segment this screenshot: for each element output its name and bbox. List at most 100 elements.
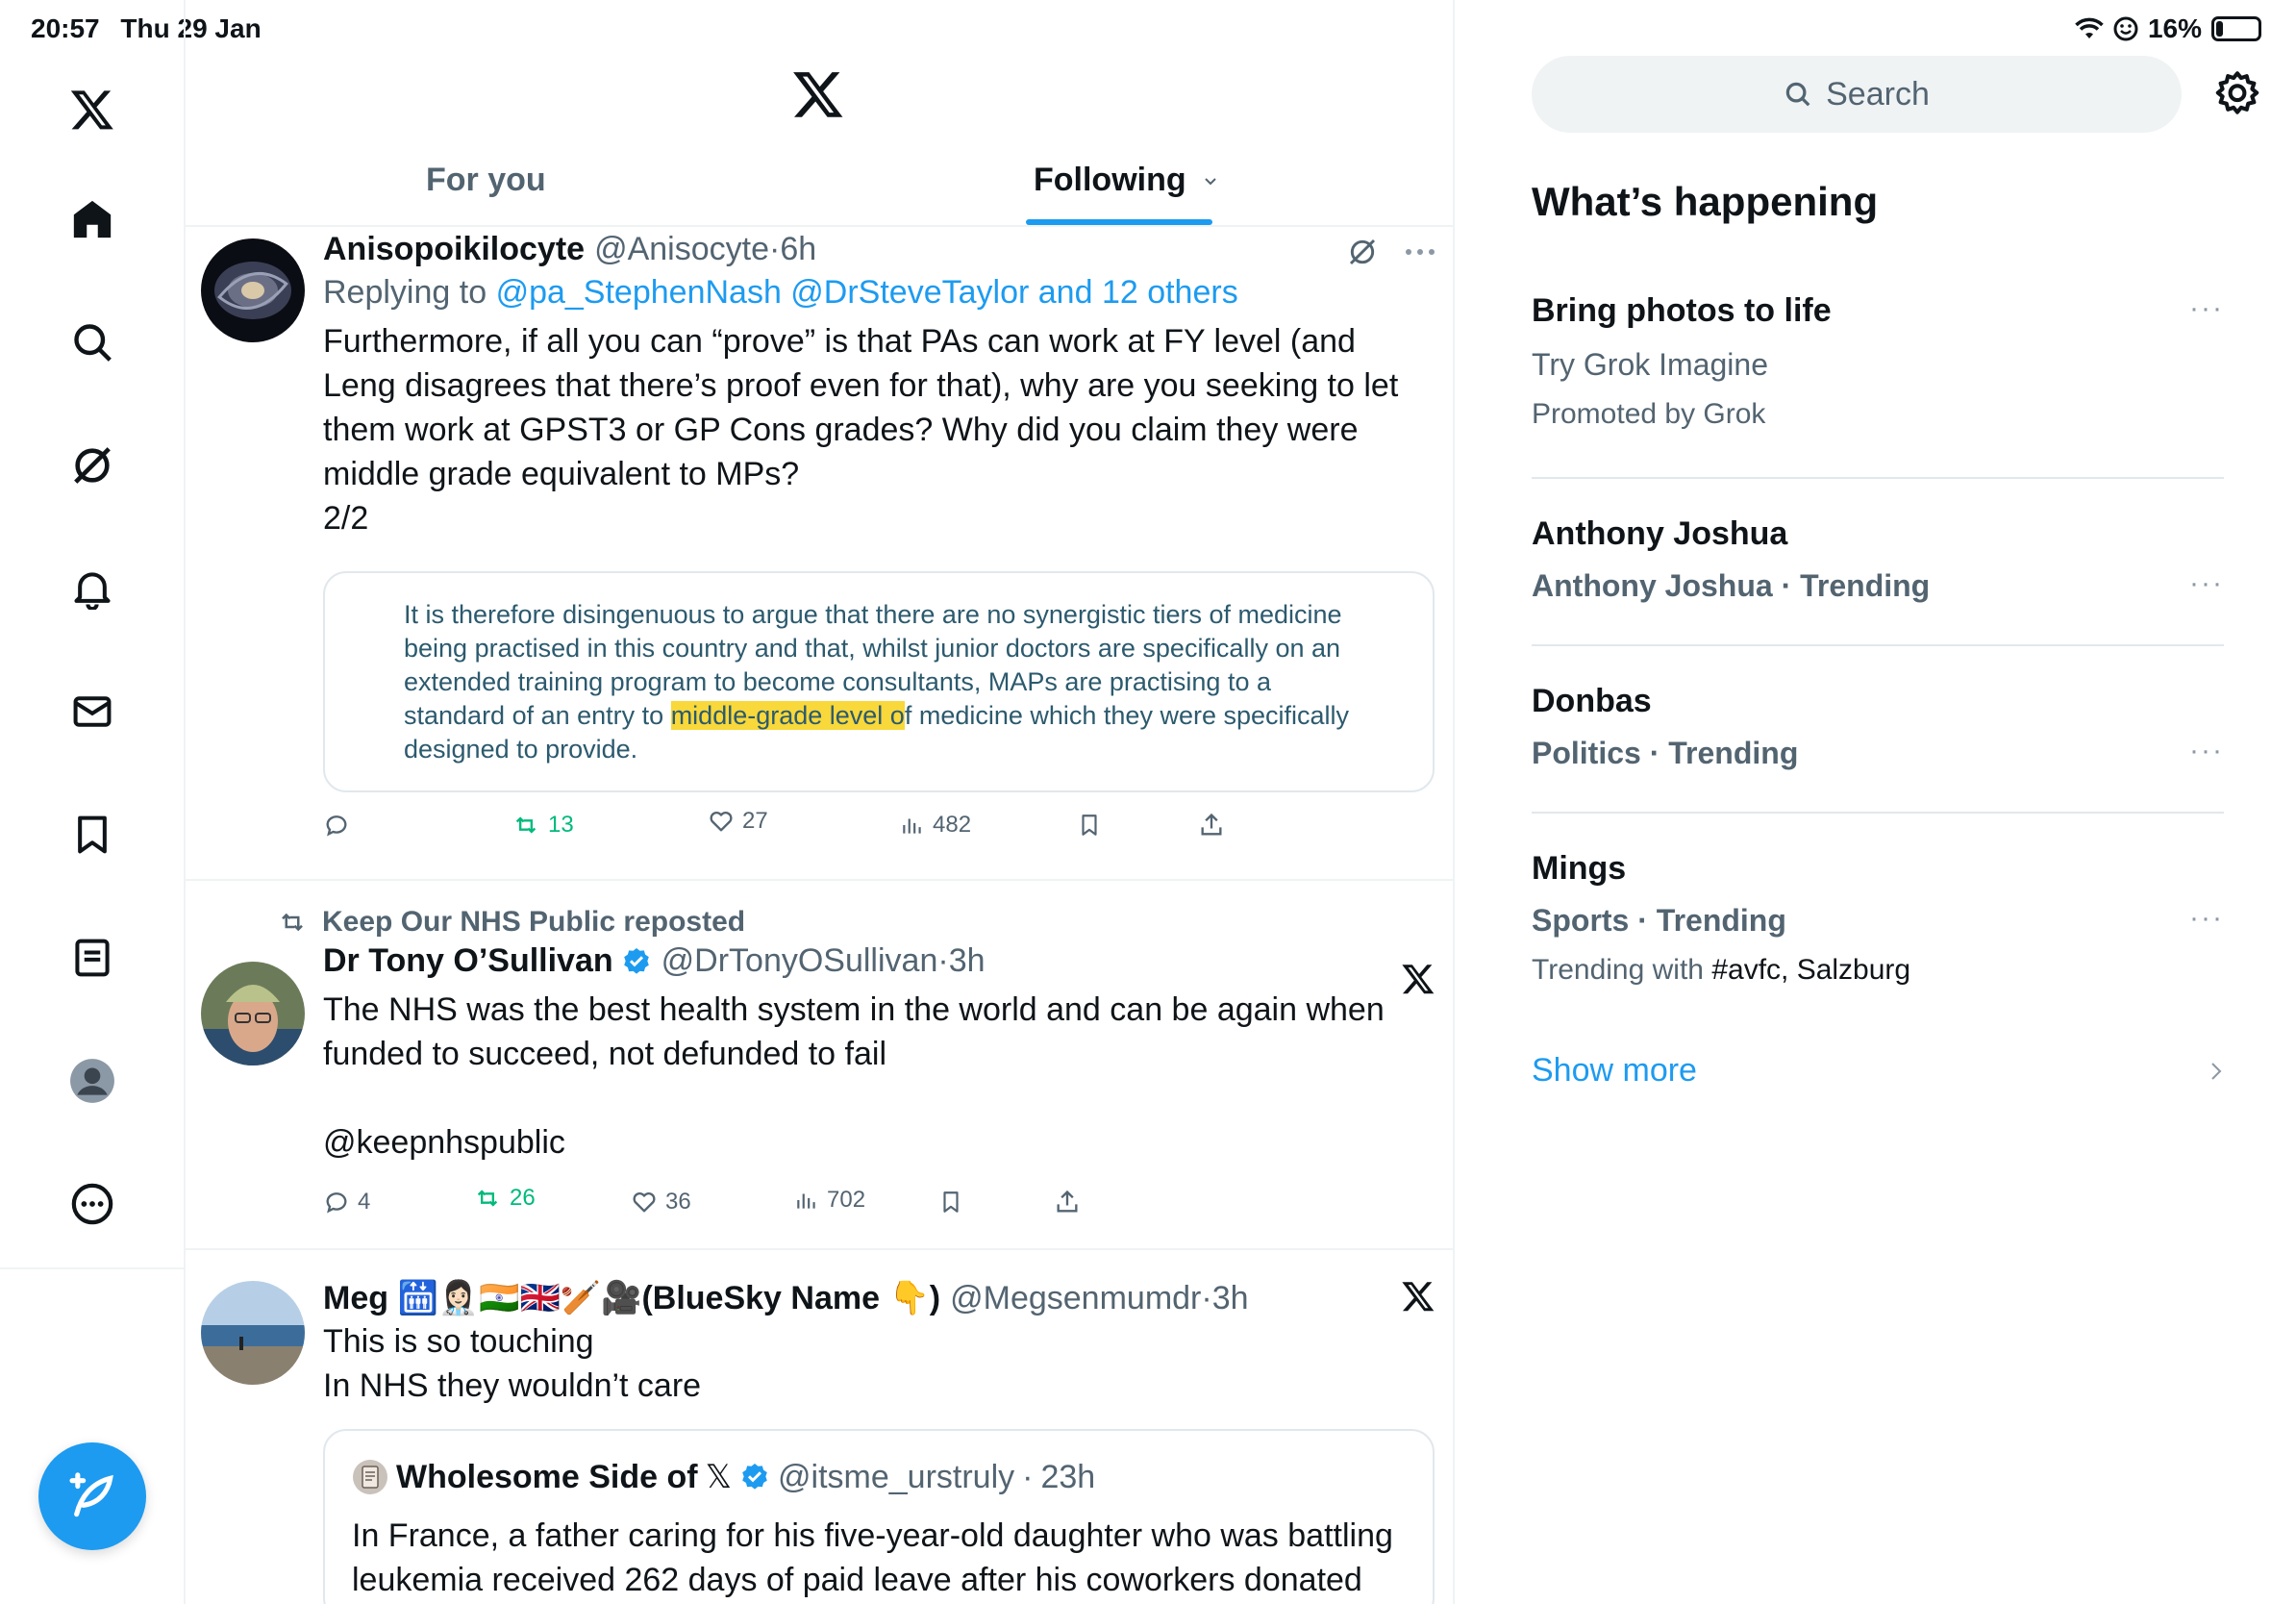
author-name[interactable]: Dr Tony O’Sullivan [323, 942, 613, 980]
tweet-image[interactable]: It is therefore disingenuous to argue th… [323, 571, 1435, 792]
dot-separator: · [1022, 1458, 1034, 1495]
quoted-tweet-time[interactable]: 23h [1040, 1459, 1095, 1496]
quoted-tweet[interactable]: Wholesome Side of 𝕏 @itsme_urstruly · 23… [323, 1429, 1435, 1604]
author-name[interactable]: Meg 🛗👩🏻‍⚕️🇮🇳🇬🇧🏏🎥(BlueSky Name 👇) [323, 1279, 940, 1317]
avatar[interactable] [201, 1281, 305, 1385]
compose-post-button[interactable] [38, 1442, 146, 1550]
grok-icon[interactable] [54, 427, 131, 504]
settings-gear-icon[interactable] [2212, 69, 2262, 119]
author-name[interactable]: Anisopoikilocyte [323, 231, 585, 268]
repost-button[interactable]: 26 [473, 1185, 536, 1212]
tweet-time[interactable]: 3h [1212, 1280, 1249, 1317]
bookmarks-icon[interactable] [54, 796, 131, 873]
verified-badge-icon [623, 947, 649, 974]
x-header-logo-icon[interactable] [791, 67, 845, 121]
repost-button[interactable]: 13 [512, 812, 574, 839]
image-document-text: It is therefore disingenuous to argue th… [404, 598, 1375, 766]
tab-for-you[interactable]: For you [426, 162, 546, 199]
bookmark-button[interactable] [1077, 812, 1102, 839]
tweet-text: Furthermore, if all you can “prove” is t… [323, 323, 1399, 492]
trend-more-icon[interactable]: ··· [2189, 567, 2224, 600]
quoted-author-name[interactable]: Wholesome Side of [396, 1459, 698, 1496]
trend-item[interactable]: Bring photos to life Try Grok Imagine Pr… [1532, 292, 2224, 431]
tweet-body: Meg 🛗👩🏻‍⚕️🇮🇳🇬🇧🏏🎥(BlueSky Name 👇) @Megsen… [323, 1279, 1435, 1408]
quoted-author-handle[interactable]: @itsme_urstruly [778, 1459, 1014, 1496]
dot-separator: · [1201, 1279, 1212, 1316]
tab-following[interactable]: Following [1034, 162, 1220, 199]
tweet-body: Anisopoikilocyte @Anisocyte · 6h Replyin… [323, 231, 1435, 540]
trend-more-icon[interactable]: ··· [2189, 292, 2224, 325]
chevron-down-icon [1205, 178, 1216, 186]
reposted-by-label: Keep Our NHS Public reposted [322, 906, 746, 938]
tweet-body: Dr Tony O’Sullivan @DrTonyOSullivan · 3h… [323, 942, 1435, 1165]
repost-icon [477, 1190, 498, 1207]
trend-subtitle: Anthony Joshua · Trending [1532, 568, 1931, 603]
author-handle[interactable]: @DrTonyOSullivan [661, 942, 938, 980]
views-button[interactable]: 482 [900, 812, 971, 839]
tweet-header: Meg 🛗👩🏻‍⚕️🇮🇳🇬🇧🏏🎥(BlueSky Name 👇) @Megsen… [323, 1279, 1435, 1317]
dot-separator: · [937, 942, 949, 979]
tweet-header: Anisopoikilocyte @Anisocyte · 6h [323, 231, 1435, 268]
share-button[interactable] [1054, 1189, 1081, 1216]
trend-item[interactable]: Mings Sports · Trending Trending with #a… [1532, 850, 2224, 987]
trend-more-icon[interactable]: ··· [2189, 735, 2224, 767]
tweet-text: This is so touching [323, 1323, 594, 1360]
bookmark-button[interactable] [938, 1189, 963, 1216]
view-count: 702 [827, 1187, 866, 1213]
trend-title: Bring photos to life [1532, 292, 1832, 329]
profile-avatar-icon[interactable] [54, 1042, 131, 1119]
heart-icon [710, 811, 733, 832]
repost-count: 26 [510, 1185, 536, 1211]
views-chart-icon [797, 1193, 815, 1209]
tweet[interactable]: Anisopoikilocyte @Anisocyte · 6h Replyin… [186, 227, 1453, 881]
more-options-icon[interactable] [54, 1165, 131, 1242]
author-handle[interactable]: @Megsenmumdr [950, 1280, 1201, 1317]
home-icon[interactable] [54, 181, 131, 258]
lists-icon[interactable] [54, 919, 131, 996]
tweet-actions: 13 27 482 [323, 808, 1435, 850]
trend-meta-prefix: Trending with [1532, 954, 1704, 986]
like-button[interactable]: 27 [708, 808, 768, 835]
bookmark-icon [943, 1191, 959, 1213]
timeline: For you Following Anisopoikilocyte @Anis… [186, 0, 1455, 1604]
trend-title: Anthony Joshua [1532, 515, 1788, 552]
search-icon[interactable] [54, 304, 131, 381]
author-handle[interactable]: @Anisocyte [594, 231, 769, 268]
divider [1532, 477, 2224, 479]
quoted-author-name-x: 𝕏 [705, 1459, 732, 1495]
chevron-right-icon [2211, 1063, 2222, 1080]
trend-subtitle: Politics · Trending [1532, 736, 1799, 770]
avatar[interactable] [352, 1459, 388, 1495]
reply-button[interactable] [323, 812, 350, 839]
tweet[interactable]: Keep Our NHS Public reposted Dr Tony O’S… [186, 881, 1453, 1250]
tab-following-label: Following [1034, 162, 1186, 198]
replying-to-users-link[interactable]: @pa_StephenNash @DrSteveTaylor and 12 ot… [496, 274, 1238, 311]
mention-link[interactable]: @keepnhspublic [323, 1120, 1435, 1165]
notifications-bell-icon[interactable] [54, 550, 131, 627]
trend-item[interactable]: Anthony Joshua Anthony Joshua · Trending… [1532, 515, 2224, 604]
tweet-time[interactable]: 6h [780, 231, 816, 268]
reply-button[interactable]: 4 [323, 1189, 370, 1216]
tweet[interactable]: Meg 🛗👩🏻‍⚕️🇮🇳🇬🇧🏏🎥(BlueSky Name 👇) @Megsen… [186, 1250, 1453, 1604]
share-icon [1201, 813, 1222, 836]
repost-context[interactable]: Keep Our NHS Public reposted [276, 906, 745, 939]
trend-hashtags[interactable]: #avfc, Salzburg [1711, 954, 1910, 986]
quoted-tweet-header: Wholesome Side of 𝕏 @itsme_urstruly · 23… [352, 1458, 1095, 1496]
tweet-time[interactable]: 3h [949, 942, 986, 980]
messages-envelope-icon[interactable] [54, 673, 131, 750]
dot-separator: · [768, 231, 781, 267]
show-more-link[interactable]: Show more [1532, 1052, 1697, 1090]
views-button[interactable]: 702 [794, 1187, 865, 1214]
like-button[interactable]: 36 [631, 1189, 691, 1216]
like-count: 27 [742, 808, 768, 834]
share-button[interactable] [1198, 812, 1225, 839]
divider [1532, 644, 2224, 646]
x-logo-icon[interactable] [54, 71, 131, 148]
bookmark-icon [1082, 815, 1097, 836]
tweet-text: The NHS was the best health system in th… [323, 991, 1385, 1072]
avatar[interactable] [201, 962, 305, 1065]
trend-item[interactable]: Donbas Politics · Trending ··· [1532, 683, 2224, 771]
trend-more-icon[interactable]: ··· [2189, 902, 2224, 935]
search-input[interactable]: Search [1532, 56, 2182, 133]
avatar[interactable] [201, 238, 305, 342]
